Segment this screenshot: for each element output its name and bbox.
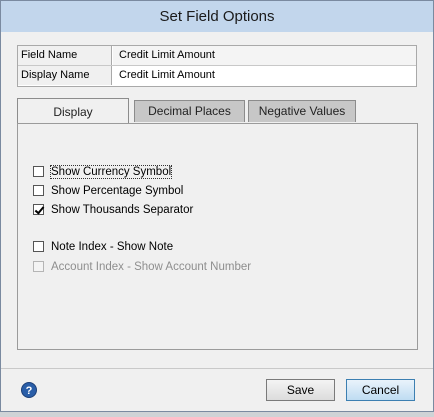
- show-percentage-symbol-option[interactable]: Show Percentage Symbol: [33, 183, 183, 198]
- tab-negative-values[interactable]: Negative Values: [248, 100, 356, 122]
- show-percentage-symbol-label: Show Percentage Symbol: [51, 184, 184, 197]
- show-currency-symbol-label: Show Currency Symbol: [49, 164, 173, 179]
- display-name-label: Display Name: [18, 66, 112, 85]
- display-name-row: Display Name Credit Limit Amount: [18, 66, 416, 85]
- cancel-button[interactable]: Cancel: [346, 379, 415, 401]
- show-thousands-separator-label: Show Thousands Separator: [51, 203, 194, 216]
- display-tab-panel: Show Currency Symbol Show Percentage Sym…: [17, 123, 418, 350]
- set-field-options-dialog: Set Field Options Field Name Credit Limi…: [0, 0, 434, 412]
- tab-decimal-places[interactable]: Decimal Places: [134, 100, 245, 122]
- note-index-show-note-label: Note Index - Show Note: [51, 240, 174, 253]
- note-index-show-note-checkbox[interactable]: [33, 241, 44, 252]
- field-name-row: Field Name Credit Limit Amount: [18, 46, 416, 66]
- show-thousands-separator-checkbox[interactable]: [33, 204, 44, 215]
- show-thousands-separator-option[interactable]: Show Thousands Separator: [33, 202, 193, 217]
- note-index-show-note-option[interactable]: Note Index - Show Note: [33, 239, 173, 254]
- save-button[interactable]: Save: [266, 379, 335, 401]
- dialog-title: Set Field Options: [159, 8, 275, 25]
- show-currency-symbol-option[interactable]: Show Currency Symbol: [33, 164, 173, 179]
- tab-display[interactable]: Display: [17, 98, 129, 123]
- account-index-show-account-number-label: Account Index - Show Account Number: [51, 260, 252, 273]
- account-index-show-account-number-checkbox: [33, 261, 44, 272]
- field-info-grid: Field Name Credit Limit Amount Display N…: [17, 45, 417, 87]
- account-index-show-account-number-option: Account Index - Show Account Number: [33, 259, 251, 274]
- question-mark-icon[interactable]: ?: [21, 382, 37, 398]
- tab-strip: Display Decimal Places Negative Values: [17, 98, 419, 124]
- footer-divider: [1, 368, 433, 369]
- field-name-label: Field Name: [18, 46, 112, 65]
- display-name-field[interactable]: Credit Limit Amount: [113, 66, 416, 85]
- show-currency-symbol-checkbox[interactable]: [33, 166, 44, 177]
- field-name-value: Credit Limit Amount: [113, 46, 416, 65]
- show-percentage-symbol-checkbox[interactable]: [33, 185, 44, 196]
- title-bar: Set Field Options: [1, 1, 433, 32]
